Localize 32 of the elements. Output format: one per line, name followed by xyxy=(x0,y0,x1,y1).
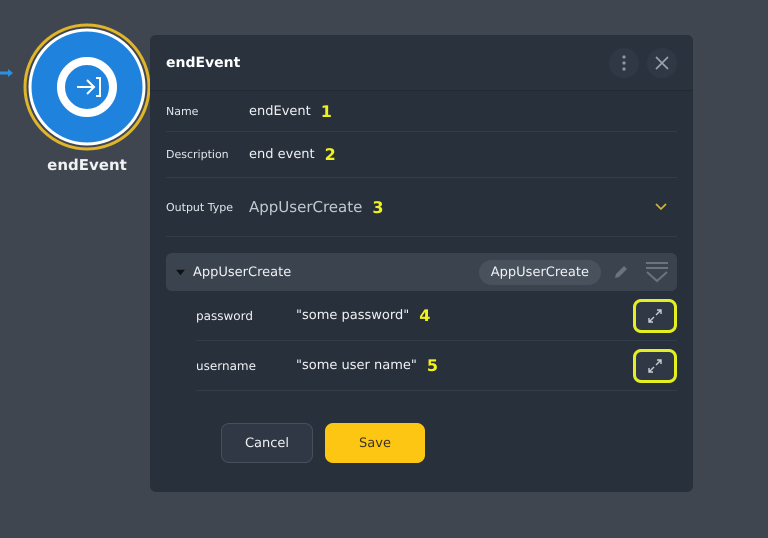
more-options-button[interactable] xyxy=(609,48,639,78)
group-name: AppUserCreate xyxy=(193,264,292,280)
panel-title: endEvent xyxy=(166,54,242,70)
close-button[interactable] xyxy=(647,48,677,78)
callout-number: 3 xyxy=(372,198,384,216)
close-icon xyxy=(655,56,669,70)
property-name: username xyxy=(196,358,257,372)
callout-number: 1 xyxy=(320,102,332,120)
chevron-down-icon[interactable] xyxy=(655,203,667,211)
cancel-button[interactable]: Cancel xyxy=(221,423,313,463)
save-button[interactable]: Save xyxy=(325,423,425,463)
more-options-icon xyxy=(622,54,626,70)
type-chip: AppUserCreate xyxy=(478,260,601,284)
connector-arrow-icon xyxy=(0,67,14,79)
expand-icon xyxy=(648,308,662,322)
property-value[interactable]: "some password" xyxy=(296,308,410,323)
field-value[interactable]: endEvent xyxy=(249,104,311,118)
field-label: Name xyxy=(166,104,200,118)
callout-number: 5 xyxy=(426,356,438,375)
field-label: Description xyxy=(166,148,230,161)
callout-number: 2 xyxy=(324,145,336,164)
expand-icon xyxy=(648,358,662,372)
end-event-node[interactable] xyxy=(22,22,152,152)
property-name: password xyxy=(196,308,254,322)
node-label: endEvent xyxy=(47,156,127,174)
expand-button[interactable] xyxy=(633,348,677,382)
expand-button[interactable] xyxy=(633,298,677,332)
dropdown-value[interactable]: AppUserCreate xyxy=(249,198,362,216)
field-label: Output Type xyxy=(166,200,234,214)
callout-number: 4 xyxy=(419,306,430,325)
property-value[interactable]: "some user name" xyxy=(296,358,417,373)
field-value[interactable]: end event xyxy=(249,147,315,162)
